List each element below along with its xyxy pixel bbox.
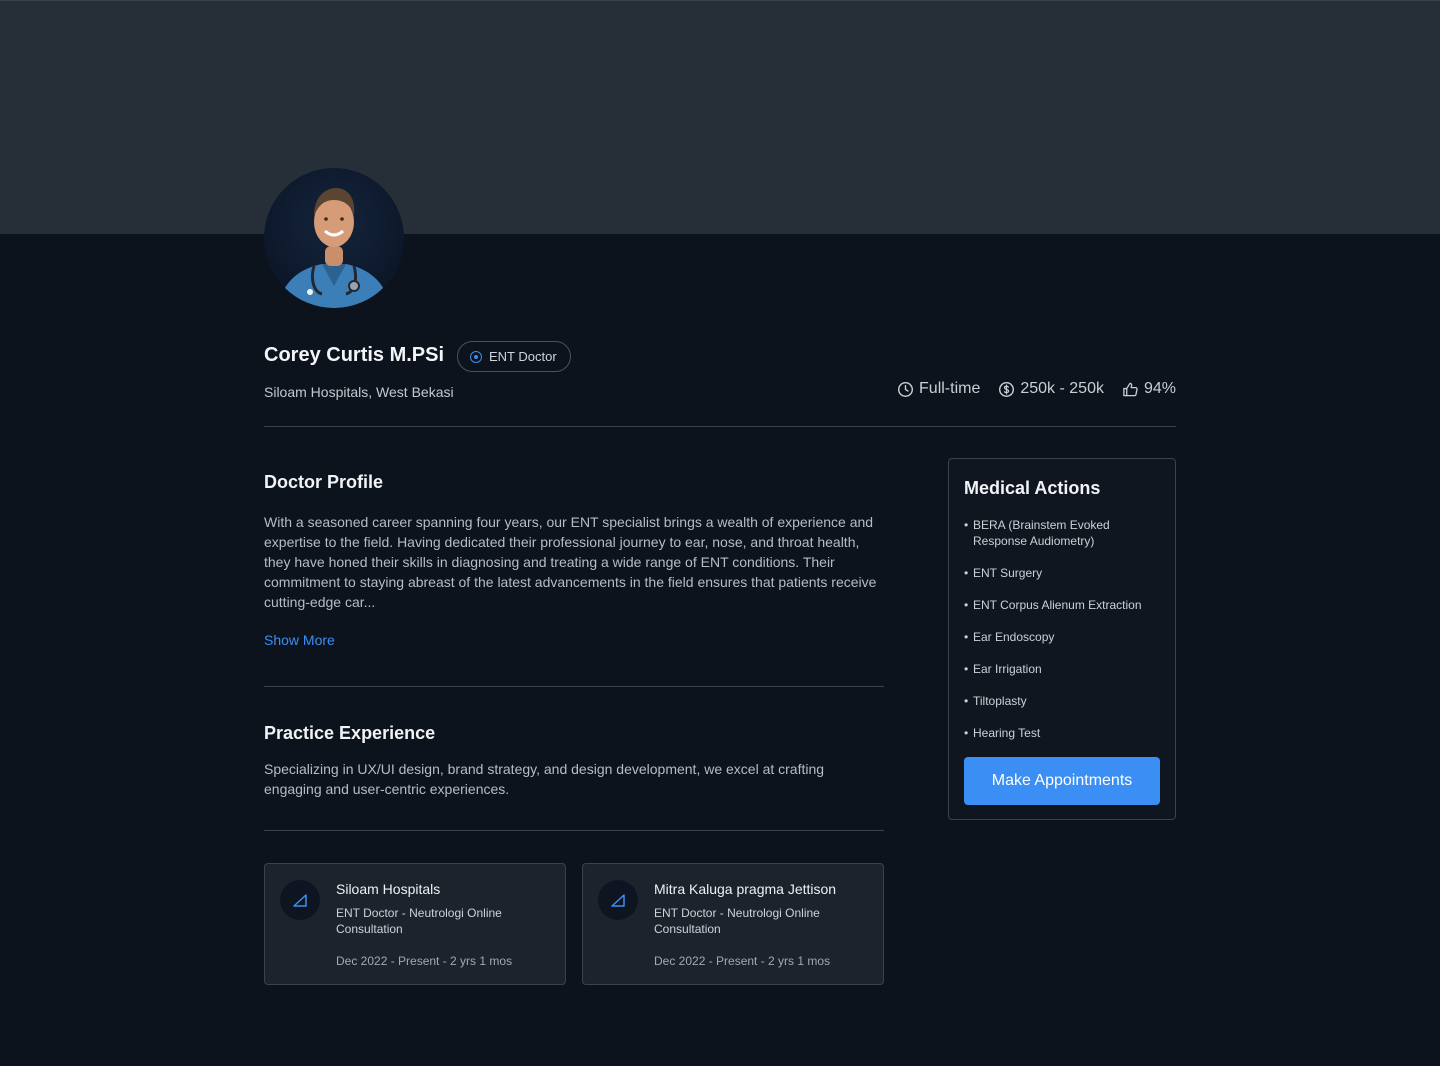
list-item: • ENT Surgery xyxy=(964,566,1043,580)
doctor-profile-page: Corey Curtis M.PSi ENT Doctor Siloam Hos… xyxy=(0,0,1440,1066)
medical-action-label: Hearing Test xyxy=(973,726,1041,740)
hospital-location: Siloam Hospitals, West Bekasi xyxy=(264,384,454,400)
header-divider xyxy=(264,426,1176,427)
clock-icon xyxy=(898,381,914,397)
medical-action-label: ENT Corpus Alienum Extraction xyxy=(973,598,1142,612)
doctor-profile-text: With a seasoned career spanning four yea… xyxy=(264,514,877,610)
practice-divider xyxy=(264,830,884,831)
experience-role: ENT Doctor - Neutrologi Online Consultat… xyxy=(654,906,820,936)
make-appointments-button[interactable]: Make Appointments xyxy=(964,757,1160,805)
experience-card[interactable]: Mitra Kaluga pragma Jettison ENT Doctor … xyxy=(582,863,884,985)
medical-actions-list: • BERA (Brainstem Evoked Response Audiome… xyxy=(964,517,1164,757)
experience-title: Mitra Kaluga pragma Jettison xyxy=(654,881,837,897)
avatar xyxy=(264,168,404,308)
fee-stat: 250k - 250k xyxy=(998,380,1104,398)
experience-icon-circle xyxy=(280,880,320,920)
show-more-link[interactable]: Show More xyxy=(264,632,335,648)
rating-value: 94% xyxy=(1143,380,1176,397)
experience-icon-circle xyxy=(598,880,638,920)
doctor-profile-title: Doctor Profile xyxy=(264,472,384,492)
edit-pen-icon xyxy=(293,894,307,907)
list-item: • Hearing Test xyxy=(964,726,1041,740)
cover-banner xyxy=(0,0,1440,234)
experience-date: Dec 2022 - Present - 2 yrs 1 mos xyxy=(336,954,513,968)
doctor-photo xyxy=(278,188,390,308)
medical-action-label: BERA (Brainstem Evoked Response Audiomet… xyxy=(973,518,1110,548)
target-icon xyxy=(470,350,482,363)
practice-experience-title: Practice Experience xyxy=(264,723,436,743)
experience-date: Dec 2022 - Present - 2 yrs 1 mos xyxy=(654,954,831,968)
dollar-coin-icon xyxy=(999,381,1015,397)
consultation-fee: 250k - 250k xyxy=(1020,380,1104,397)
practice-experience-text: Specializing in UX/UI design, brand stra… xyxy=(264,761,825,797)
experience-title: Siloam Hospitals xyxy=(336,881,441,897)
role-badge: ENT Doctor xyxy=(457,341,571,372)
rating-stat: 94% xyxy=(1122,380,1176,398)
thumbs-up-icon xyxy=(1123,382,1138,396)
medical-action-label: Ear Irrigation xyxy=(973,662,1042,676)
medical-action-label: Tiltoplasty xyxy=(973,694,1027,708)
edit-pen-icon xyxy=(611,894,625,907)
medical-action-label: Ear Endoscopy xyxy=(973,630,1055,644)
list-item: • BERA (Brainstem Evoked Response Audiome… xyxy=(964,517,1164,549)
experience-role: ENT Doctor - Neutrologi Online Consultat… xyxy=(336,906,502,936)
employment-type: Full-time xyxy=(919,380,981,397)
list-item: • ENT Corpus Alienum Extraction xyxy=(964,598,1142,612)
medical-actions-title: Medical Actions xyxy=(964,478,1101,498)
list-item: • Ear Irrigation xyxy=(964,662,1042,676)
medical-action-label: ENT Surgery xyxy=(973,566,1043,580)
list-item: • Ear Endoscopy xyxy=(964,630,1055,644)
profile-divider xyxy=(264,686,884,687)
doctor-name: Corey Curtis M.PSi xyxy=(264,344,445,366)
role-badge-label: ENT Doctor xyxy=(489,349,557,364)
doctor-stats: Full-time 250k - 250k 94% xyxy=(897,380,1176,398)
medical-actions-card: Medical Actions • BERA (Brainstem Evoked … xyxy=(948,458,1176,820)
list-item: • Tiltoplasty xyxy=(964,694,1027,708)
employment-stat: Full-time xyxy=(897,380,980,398)
experience-card[interactable]: Siloam Hospitals ENT Doctor - Neutrologi… xyxy=(264,863,566,985)
